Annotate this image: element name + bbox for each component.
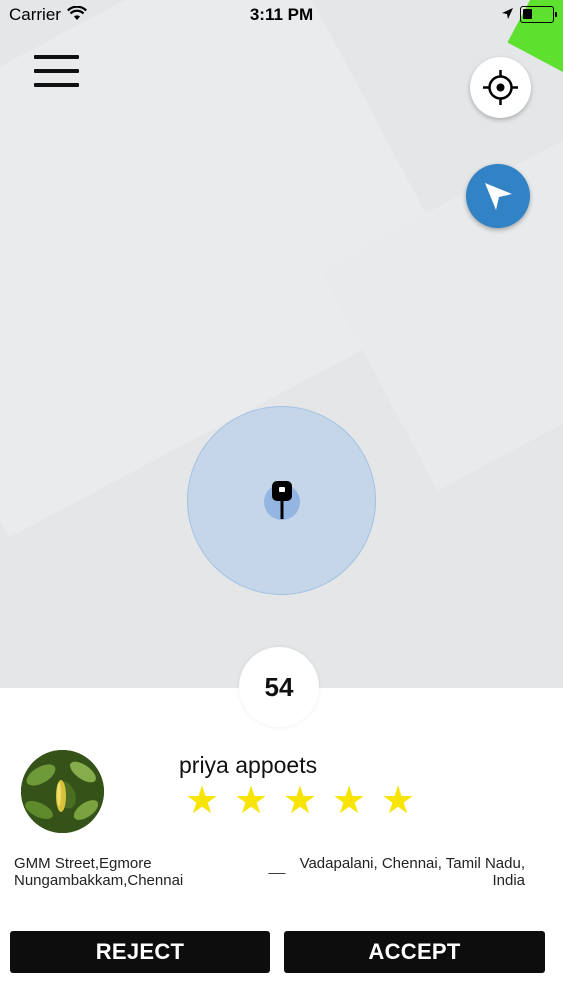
star-icon: ★ xyxy=(381,780,416,822)
recenter-button[interactable] xyxy=(470,57,531,118)
location-arrow-icon xyxy=(502,8,513,19)
navigation-arrow-icon xyxy=(485,183,512,210)
car-pin-icon xyxy=(272,481,292,519)
star-icon: ★ xyxy=(185,780,220,822)
rider-rating: ★ ★ ★ ★ ★ xyxy=(185,782,430,820)
star-icon: ★ xyxy=(332,780,367,822)
pickup-address-line1: GMM Street,Egmore xyxy=(14,855,152,872)
rider-avatar xyxy=(21,750,104,833)
star-icon: ★ xyxy=(234,780,269,822)
rider-name: priya appoets xyxy=(179,752,318,778)
star-icon: ★ xyxy=(283,780,318,822)
accept-button[interactable]: ACCEPT xyxy=(284,931,545,973)
drop-address: Vadapalani, Chennai, Tamil Nadu, India xyxy=(295,855,525,889)
status-time: 3:11 PM xyxy=(249,5,314,24)
pickup-address: GMM Street,Egmore Nungambakkam,Chennai xyxy=(14,855,234,889)
battery-icon xyxy=(520,6,557,23)
status-bar: Carrier 3:11 PM xyxy=(0,0,563,30)
crosshair-icon xyxy=(483,70,518,105)
drop-address-line2: India xyxy=(492,872,525,889)
menu-button[interactable] xyxy=(34,55,80,91)
reject-button[interactable]: REJECT xyxy=(10,931,270,973)
drop-address-line1: Vadapalani, Chennai, Tamil Nadu, xyxy=(299,855,525,872)
pickup-address-line2: Nungambakkam,Chennai xyxy=(14,872,184,889)
menu-icon xyxy=(34,55,79,59)
navigation-button[interactable] xyxy=(466,164,530,228)
route-separator: __ xyxy=(268,858,286,875)
countdown-timer: 54 xyxy=(239,647,319,727)
